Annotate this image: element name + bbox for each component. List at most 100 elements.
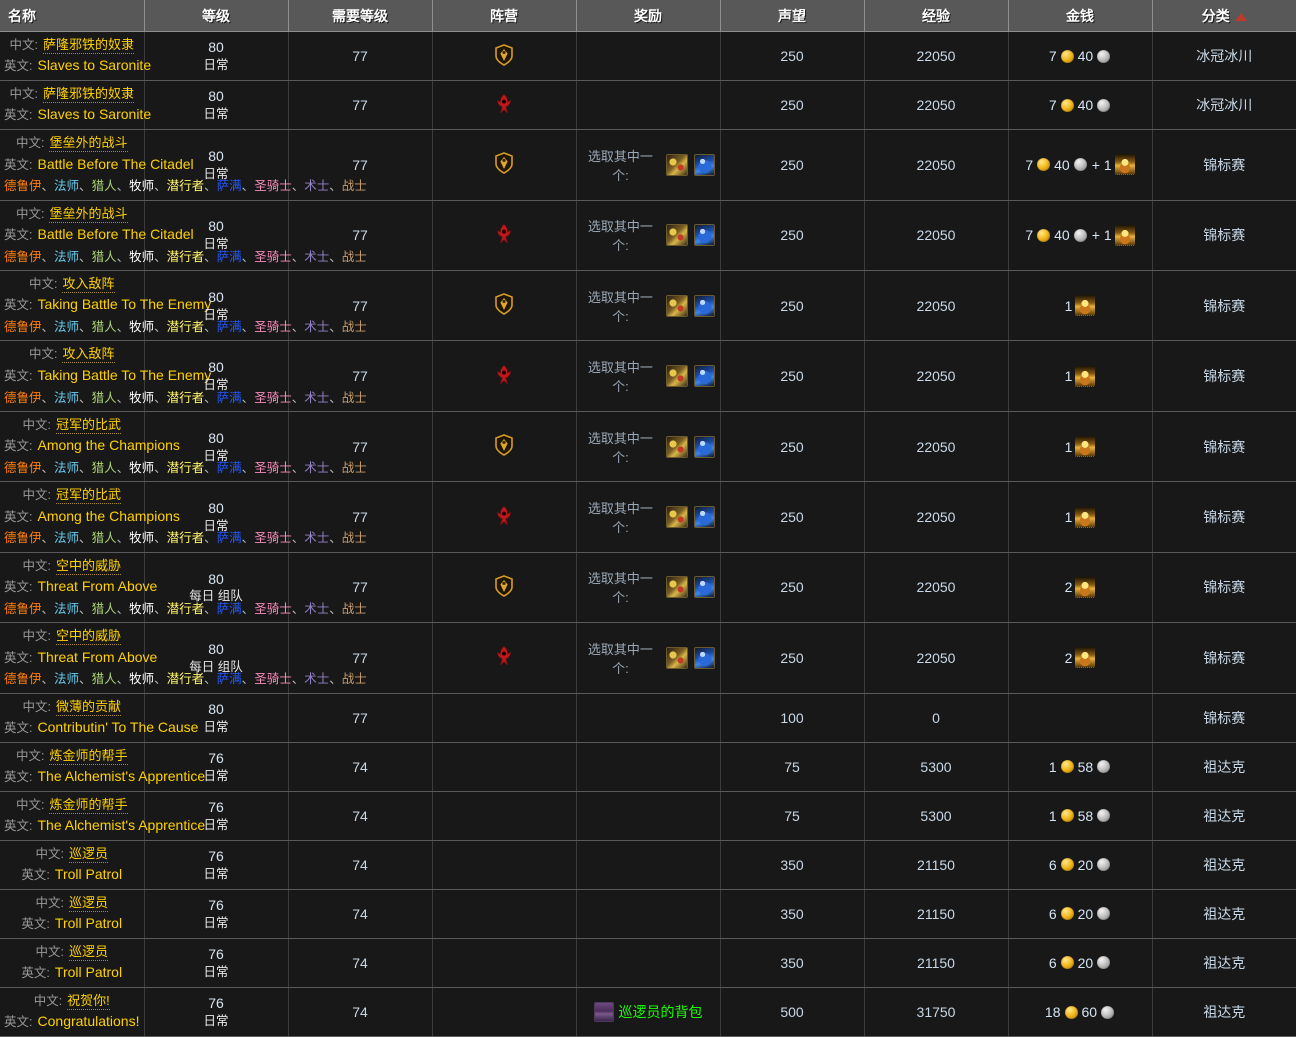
- quest-link-cn[interactable]: 攻入敌阵: [62, 346, 115, 364]
- quest-link-en[interactable]: The Alchemist's Apprentice: [37, 768, 205, 784]
- quest-link-en[interactable]: Troll Patrol: [55, 915, 122, 931]
- table-row[interactable]: 中文: 炼金师的帮手 英文: The Alchemist's Apprentice 76…: [0, 742, 1296, 792]
- table-row[interactable]: 中文: 空中的威胁 英文: Threat From Above 德鲁伊、法师、猎人、牧师…: [0, 552, 1296, 624]
- class-link-6[interactable]: 圣骑士: [254, 672, 292, 686]
- quest-link-en[interactable]: Slaves to Saronite: [37, 57, 151, 73]
- quest-link-en[interactable]: Battle Before The Citadel: [37, 156, 193, 172]
- class-link-6[interactable]: 圣骑士: [254, 179, 292, 193]
- table-row[interactable]: 中文: 巡逻员 英文: Troll Patrol 76 日常 74 350 21150 6 20 祖达…: [0, 840, 1296, 890]
- category-cell[interactable]: 祖达克: [1152, 987, 1296, 1037]
- class-link-0[interactable]: 德鲁伊: [4, 179, 42, 193]
- category-cell[interactable]: 祖达克: [1152, 889, 1296, 939]
- class-link-6[interactable]: 圣骑士: [254, 320, 292, 334]
- potion-item-icon[interactable]: [693, 153, 716, 176]
- table-row[interactable]: 中文: 巡逻员 英文: Troll Patrol 76 日常 74 350 21150 6 20 祖达…: [0, 938, 1296, 989]
- class-link-1[interactable]: 法师: [54, 531, 79, 545]
- champion-seal-icon[interactable]: [1075, 506, 1096, 528]
- class-link-7[interactable]: 术士: [304, 602, 329, 616]
- quest-link-en[interactable]: Troll Patrol: [55, 866, 122, 882]
- table-row[interactable]: 中文: 炼金师的帮手 英文: The Alchemist's Apprentice 76…: [0, 791, 1296, 841]
- quest-link-cn[interactable]: 攻入敌阵: [62, 276, 115, 293]
- quest-link-en[interactable]: Taking Battle To The Enemy: [37, 367, 211, 383]
- category-cell[interactable]: 锦标赛: [1152, 693, 1296, 743]
- class-link-7[interactable]: 术士: [304, 672, 329, 686]
- quest-link-cn[interactable]: 微薄的贡献: [55, 698, 121, 716]
- table-row[interactable]: 中文: 萨隆邪铁的奴隶 英文: Slaves to Saronite 80 日常 77 250…: [0, 31, 1296, 82]
- class-link-8[interactable]: 战士: [342, 250, 367, 264]
- table-row[interactable]: 中文: 攻入敌阵 英文: Taking Battle To The Enemy 德鲁伊、…: [0, 340, 1296, 412]
- class-link-6[interactable]: 圣骑士: [254, 461, 292, 475]
- quest-link-cn[interactable]: 炼金师的帮手: [49, 796, 128, 814]
- column-header-faction[interactable]: 阵营: [432, 0, 577, 32]
- category-cell[interactable]: 锦标赛: [1152, 270, 1296, 342]
- champion-seal-icon[interactable]: [1075, 576, 1096, 598]
- class-link-6[interactable]: 圣骑士: [254, 250, 292, 264]
- class-link-0[interactable]: 德鲁伊: [4, 391, 42, 405]
- quest-link-cn[interactable]: 巡逻员: [68, 845, 108, 863]
- scroll-item-icon[interactable]: [666, 294, 688, 317]
- class-link-1[interactable]: 法师: [54, 602, 79, 616]
- column-header-reputation[interactable]: 声望: [720, 0, 865, 32]
- quest-link-cn[interactable]: 祝贺你!: [67, 993, 110, 1010]
- champion-seal-icon[interactable]: [1114, 224, 1135, 246]
- class-link-1[interactable]: 法师: [54, 672, 79, 686]
- class-link-4[interactable]: 潜行者: [167, 531, 205, 545]
- class-link-4[interactable]: 潜行者: [167, 179, 205, 193]
- potion-item-icon[interactable]: [693, 435, 716, 458]
- class-link-6[interactable]: 圣骑士: [254, 602, 292, 616]
- class-link-3[interactable]: 牧师: [129, 672, 154, 686]
- category-cell[interactable]: 冰冠冰川: [1152, 31, 1296, 82]
- class-link-7[interactable]: 术士: [304, 391, 329, 405]
- class-link-3[interactable]: 牧师: [129, 461, 154, 475]
- class-link-2[interactable]: 猎人: [92, 250, 117, 264]
- scroll-item-icon[interactable]: [666, 506, 688, 529]
- column-header-required-level[interactable]: 需要等级: [288, 0, 433, 32]
- class-link-3[interactable]: 牧师: [129, 250, 154, 264]
- class-link-0[interactable]: 德鲁伊: [4, 602, 42, 616]
- category-cell[interactable]: 锦标赛: [1152, 481, 1296, 553]
- class-link-3[interactable]: 牧师: [129, 179, 154, 193]
- table-row[interactable]: 中文: 巡逻员 英文: Troll Patrol 76 日常 74 350 21150 6 20 祖达…: [0, 889, 1296, 939]
- table-row[interactable]: 中文: 冠军的比武 英文: Among the Champions 德鲁伊、法师、猎人、…: [0, 481, 1296, 553]
- class-link-3[interactable]: 牧师: [129, 602, 154, 616]
- class-link-4[interactable]: 潜行者: [167, 461, 205, 475]
- potion-item-icon[interactable]: [693, 646, 716, 669]
- class-link-0[interactable]: 德鲁伊: [4, 320, 42, 334]
- table-row[interactable]: 中文: 堡垒外的战斗 英文: Battle Before The Citadel 德鲁伊…: [0, 129, 1296, 201]
- quest-link-en[interactable]: Among the Champions: [37, 508, 179, 524]
- champion-seal-icon[interactable]: [1075, 365, 1096, 387]
- sort-asc-arrow-icon[interactable]: [1234, 12, 1247, 21]
- class-link-8[interactable]: 战士: [342, 531, 367, 545]
- class-link-8[interactable]: 战士: [342, 320, 367, 334]
- class-link-7[interactable]: 术士: [304, 179, 329, 193]
- class-link-1[interactable]: 法师: [54, 391, 79, 405]
- class-link-0[interactable]: 德鲁伊: [4, 250, 42, 264]
- quest-link-en[interactable]: Troll Patrol: [55, 964, 122, 980]
- class-link-8[interactable]: 战士: [342, 461, 367, 475]
- class-link-7[interactable]: 术士: [304, 461, 329, 475]
- quest-link-en[interactable]: Taking Battle To The Enemy: [37, 296, 211, 312]
- quest-link-en[interactable]: The Alchemist's Apprentice: [37, 817, 205, 833]
- class-link-4[interactable]: 潜行者: [167, 320, 205, 334]
- column-header-level[interactable]: 等级: [144, 0, 289, 32]
- potion-item-icon[interactable]: [693, 224, 716, 247]
- potion-item-icon[interactable]: [693, 506, 716, 529]
- scroll-item-icon[interactable]: [666, 646, 688, 669]
- scroll-item-icon[interactable]: [666, 153, 688, 176]
- category-cell[interactable]: 锦标赛: [1152, 411, 1296, 483]
- category-cell[interactable]: 锦标赛: [1152, 200, 1296, 272]
- table-row[interactable]: 中文: 萨隆邪铁的奴隶 英文: Slaves to Saronite 80 日常 77 250…: [0, 80, 1296, 131]
- quest-link-cn[interactable]: 炼金师的帮手: [49, 747, 128, 765]
- category-cell[interactable]: 锦标赛: [1152, 340, 1296, 412]
- class-link-7[interactable]: 术士: [304, 320, 329, 334]
- class-link-1[interactable]: 法师: [54, 461, 79, 475]
- class-link-2[interactable]: 猎人: [92, 531, 117, 545]
- category-cell[interactable]: 锦标赛: [1152, 552, 1296, 624]
- category-cell[interactable]: 祖达克: [1152, 938, 1296, 989]
- quest-link-en[interactable]: Congratulations!: [38, 1013, 140, 1029]
- scroll-item-icon[interactable]: [666, 576, 688, 599]
- category-cell[interactable]: 锦标赛: [1152, 622, 1296, 694]
- class-link-3[interactable]: 牧师: [129, 320, 154, 334]
- class-link-8[interactable]: 战士: [342, 179, 367, 193]
- table-row[interactable]: 中文: 微薄的贡献 英文: Contributin' To The Cause 80 日常…: [0, 693, 1296, 743]
